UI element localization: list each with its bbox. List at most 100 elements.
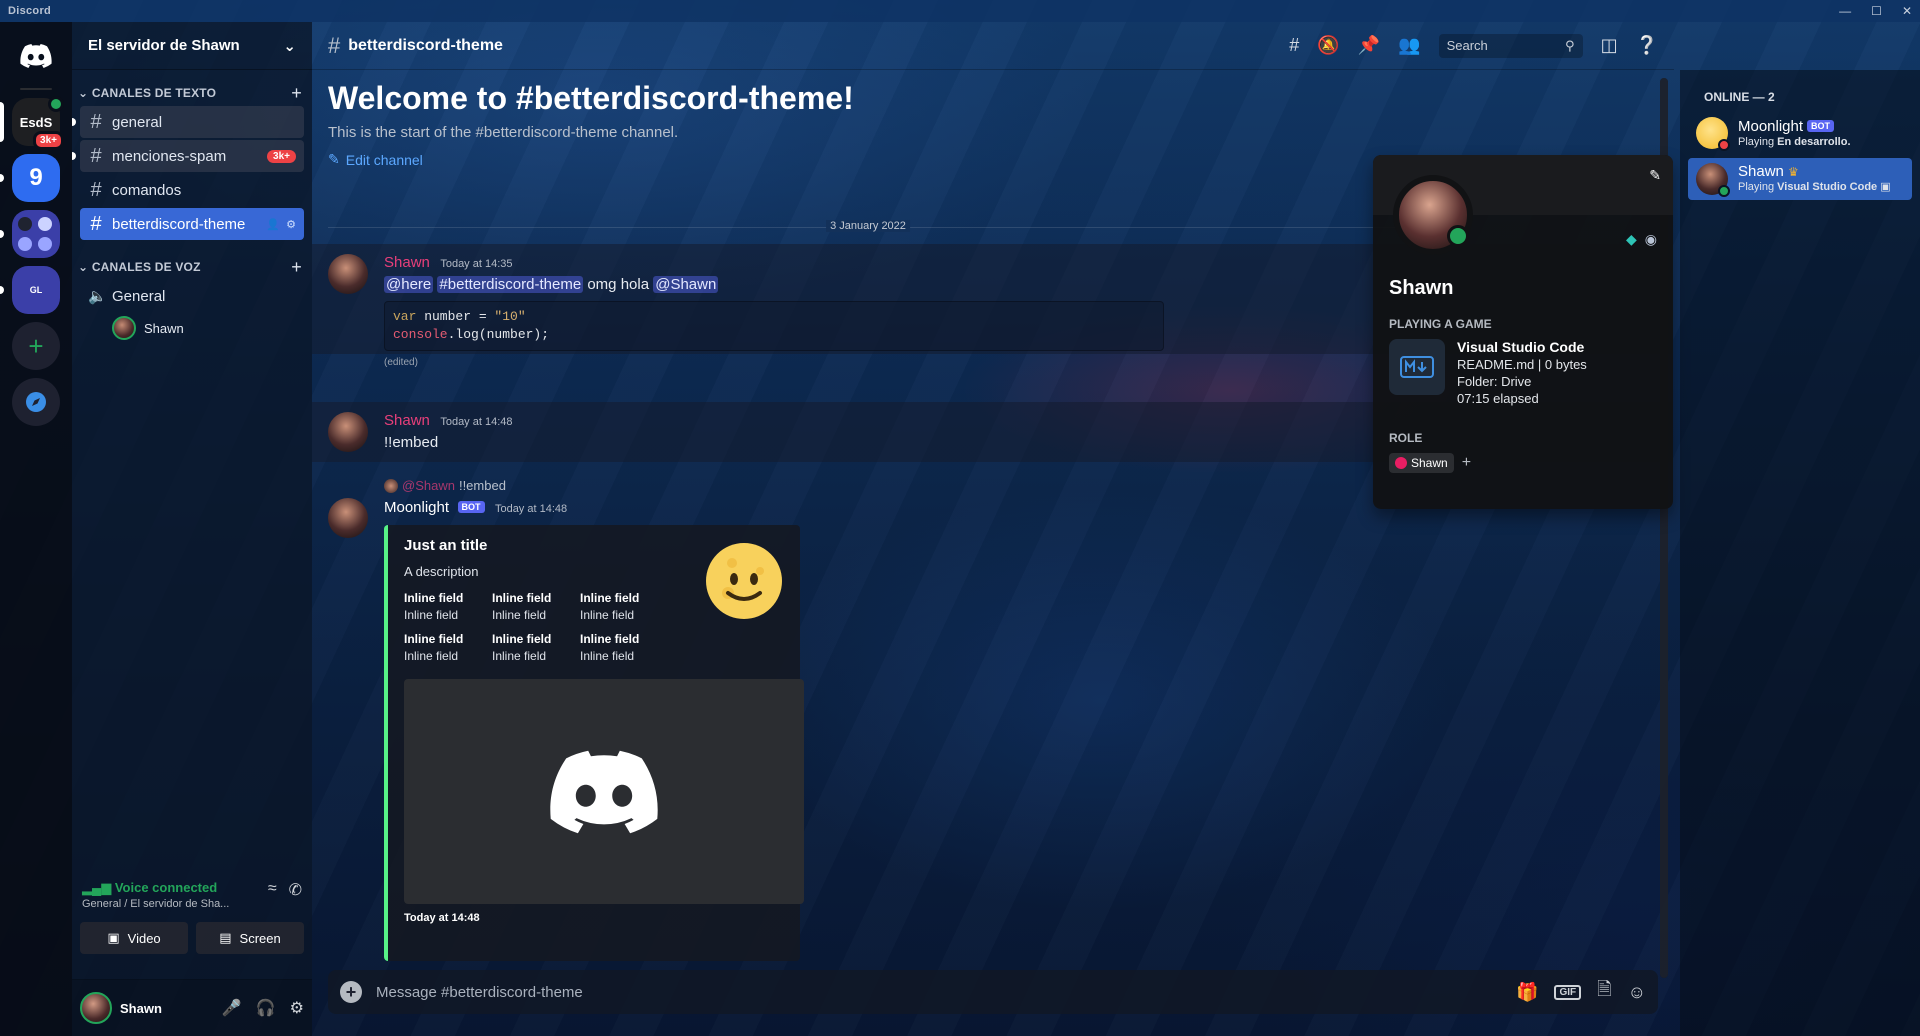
role-chip[interactable]: Shawn <box>1389 453 1454 473</box>
role-color-dot <box>1395 457 1407 469</box>
guild-name: El servidor de Shawn <box>88 37 240 54</box>
minimize-icon[interactable]: — <box>1839 4 1851 18</box>
avatar <box>1696 117 1730 151</box>
message-author[interactable]: Shawn <box>384 412 430 429</box>
member-item[interactable]: Moonlight BOT Playing En desarrollo. <box>1688 112 1912 154</box>
message-author[interactable]: Shawn <box>384 254 430 271</box>
search-input[interactable]: Search ⚲ <box>1438 33 1583 58</box>
channel-label: general <box>112 113 163 131</box>
voice-status[interactable]: ▂▄▆ Voice connected <box>82 880 229 896</box>
add-server-button[interactable]: + <box>12 322 60 370</box>
avatar[interactable] <box>80 992 112 1024</box>
emoji-icon[interactable]: ☺ <box>1628 982 1646 1003</box>
category-label: CANALES DE TEXTO <box>91 86 217 100</box>
voice-location: General / El servidor de Sha... <box>82 898 230 910</box>
channel-general[interactable]: # general <box>72 106 304 138</box>
unread-pill <box>0 174 4 182</box>
message-author[interactable]: Moonlight <box>384 499 449 516</box>
message-timestamp: Today at 14:48 <box>494 503 568 515</box>
gif-icon[interactable]: GIF <box>1554 984 1582 1000</box>
mention-user[interactable]: @Shawn <box>653 276 719 293</box>
home-button[interactable] <box>12 32 60 80</box>
create-channel-icon[interactable]: + <box>291 83 302 104</box>
embed-thumbnail[interactable] <box>704 541 784 621</box>
profile-avatar[interactable] <box>1393 175 1473 255</box>
crown-icon: ♛ <box>1788 165 1799 179</box>
server-folder[interactable] <box>0 210 60 258</box>
video-button[interactable]: ▣ Video <box>80 922 188 954</box>
active-server-pill <box>0 102 4 142</box>
voice-connection-panel: ▂▄▆ Voice connected General / El servido… <box>72 870 312 980</box>
message[interactable]: @Shawn !!embed Moonlight BOT Today at 14… <box>312 474 1672 961</box>
upload-plus-icon[interactable]: + <box>340 981 362 1003</box>
server-label: EsdS <box>19 114 53 130</box>
bot-avatar[interactable] <box>328 498 368 538</box>
help-icon[interactable]: ❔ <box>1636 35 1658 56</box>
maximize-icon[interactable]: ☐ <box>1871 4 1882 18</box>
server-icon-esds[interactable]: EsdS 3k+ <box>0 96 64 150</box>
microphone-icon[interactable]: 🎤 <box>222 998 242 1018</box>
guild-header[interactable]: El servidor de Shawn ⌄ <box>72 22 312 70</box>
noise-suppression-icon[interactable]: ≈ <box>268 880 277 900</box>
server-icon-gl[interactable]: GL <box>0 266 60 314</box>
video-label: Video <box>127 930 161 946</box>
headphones-icon[interactable]: 🎧 <box>256 998 276 1018</box>
voice-participant[interactable]: Shawn <box>112 314 304 342</box>
invite-icon[interactable]: 👤 <box>266 218 280 231</box>
voice-channel-general[interactable]: 🔈 General <box>80 280 304 312</box>
gear-icon[interactable]: ⚙ <box>290 998 304 1018</box>
close-icon[interactable]: ✕ <box>1902 4 1912 18</box>
mute-bell-icon[interactable]: 🔕 <box>1317 35 1339 56</box>
nitro-badge-icon[interactable]: ◉ <box>1645 231 1657 248</box>
members-icon[interactable]: 👥 <box>1398 35 1420 56</box>
chevron-down-icon: ⌄ <box>78 86 89 100</box>
inbox-icon[interactable]: ◫ <box>1601 35 1618 56</box>
create-channel-icon[interactable]: + <box>291 257 302 278</box>
activity-card: Visual Studio Code README.md | 0 bytes F… <box>1389 339 1587 406</box>
message-input[interactable]: Message #betterdiscord-theme <box>376 984 583 1001</box>
embed-field: Inline field Inline field <box>492 591 552 622</box>
channel-betterdiscord-theme[interactable]: # betterdiscord-theme 👤 ⚙ <box>80 208 304 240</box>
channel-menciones-spam[interactable]: # menciones-spam 3k+ <box>72 140 304 172</box>
edit-channel-link[interactable]: ✎ Edit channel <box>328 151 854 168</box>
sticker-icon[interactable]: 🗎 <box>1597 977 1611 1007</box>
server-icon-9[interactable]: 9 <box>0 154 60 202</box>
explore-servers-button[interactable] <box>12 378 60 426</box>
member-activity: Playing En desarrollo. <box>1738 135 1851 148</box>
message-timestamp: Today at 14:48 <box>440 416 513 428</box>
boost-badge-icon[interactable]: ◆ <box>1626 231 1637 248</box>
member-list: ONLINE — 2 Moonlight BOT Playing En desar… <box>1680 70 1920 1036</box>
screen-share-button[interactable]: ▤ Screen <box>196 922 304 954</box>
embed-field: Inline field Inline field <box>580 591 640 622</box>
user-profile-popout: ✎ ◆ ◉ Shawn PLAYING A GAME Visual Studio… <box>1373 155 1673 509</box>
gift-icon[interactable]: 🎁 <box>1516 982 1538 1003</box>
plus-icon: + <box>28 330 44 361</box>
message-composer[interactable]: + Message #betterdiscord-theme 🎁 GIF 🗎 ☺ <box>328 970 1658 1014</box>
search-icon: ⚲ <box>1565 37 1575 53</box>
username[interactable]: Shawn <box>120 1001 162 1016</box>
welcome-title: Welcome to #betterdiscord-theme! <box>328 80 854 116</box>
threads-icon[interactable]: # <box>1289 35 1299 56</box>
avatar[interactable] <box>328 254 368 294</box>
welcome-subtitle: This is the start of the #betterdiscord-… <box>328 124 679 141</box>
pin-icon[interactable]: 📌 <box>1358 35 1380 56</box>
pencil-icon[interactable]: ✎ <box>1649 167 1661 184</box>
disconnect-icon[interactable]: ✆ <box>289 880 302 900</box>
text-category[interactable]: ⌄ CANALES DE TEXTO + <box>72 82 312 104</box>
voice-category[interactable]: ⌄ CANALES DE VOZ + <box>72 256 312 278</box>
profile-badges: ◆ ◉ <box>1626 231 1657 248</box>
member-item[interactable]: Shawn ♛ Playing Visual Studio Code ▣ <box>1688 158 1912 200</box>
add-role-icon[interactable]: + <box>1462 454 1471 472</box>
unread-pill <box>0 230 4 238</box>
embed-image[interactable] <box>404 679 804 904</box>
divider-date: 3 January 2022 <box>826 220 910 232</box>
mention-here[interactable]: @here <box>384 276 434 293</box>
folder-server-icon <box>37 236 52 251</box>
game-title: Visual Studio Code <box>1457 339 1585 355</box>
gear-icon[interactable]: ⚙ <box>286 218 296 231</box>
channel-label: General <box>112 287 166 305</box>
role-heading: ROLE <box>1389 431 1423 445</box>
avatar[interactable] <box>328 412 368 452</box>
channel-comandos[interactable]: # comandos <box>80 174 304 206</box>
mention-channel[interactable]: #betterdiscord-theme <box>437 276 584 293</box>
